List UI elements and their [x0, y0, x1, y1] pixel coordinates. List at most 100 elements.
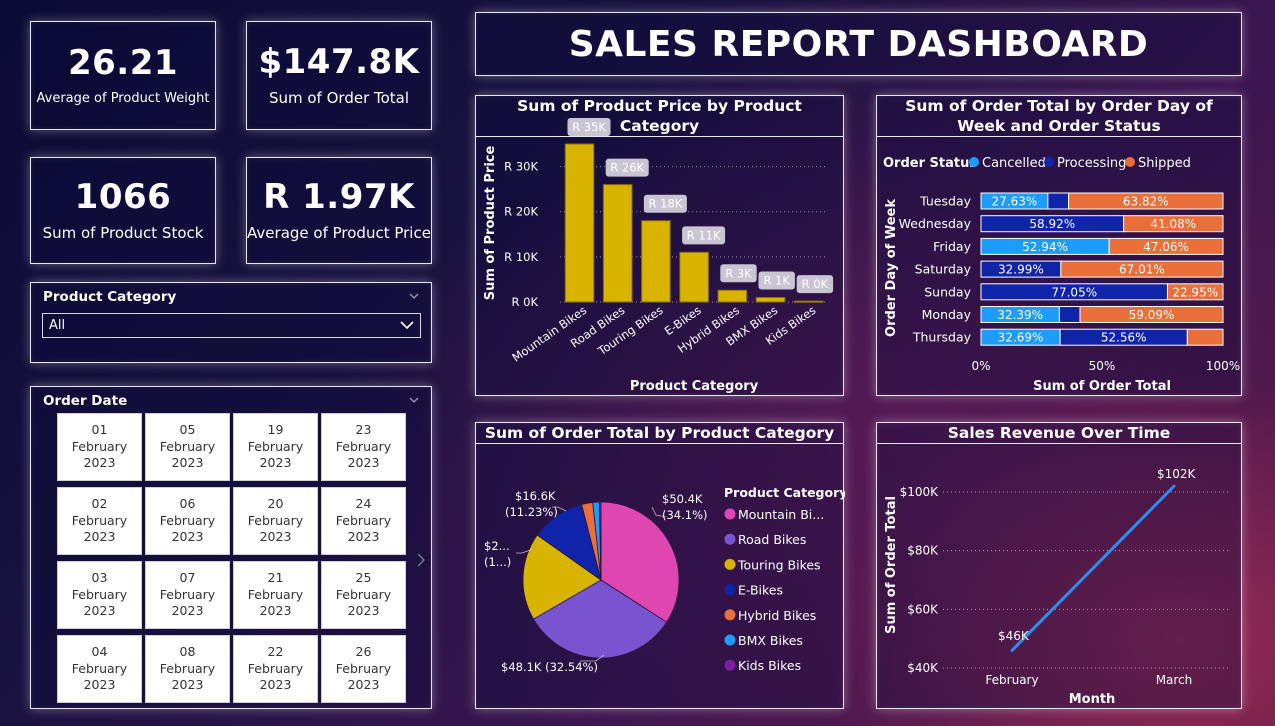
- date-tile-year: 2023: [83, 455, 116, 471]
- y-tick-label: $100K: [900, 485, 940, 499]
- kpi-label: Average of Product Price: [247, 224, 431, 243]
- data-label: R 35K: [572, 120, 606, 134]
- date-tile[interactable]: 01 February 2023: [57, 413, 142, 481]
- segment-label: 27.63%: [992, 195, 1038, 209]
- date-tile-day: 06: [179, 496, 196, 512]
- slice-label: $48.1K (32.54%): [501, 660, 598, 674]
- date-tile[interactable]: 05 February 2023: [145, 413, 230, 481]
- slice-label: $2...: [484, 539, 510, 553]
- legend-label: Cancelled: [982, 156, 1046, 171]
- date-tile-month: February: [247, 512, 304, 528]
- stacked-segment: [1186, 328, 1224, 346]
- legend-title: Product Category: [724, 485, 845, 500]
- kpi-card-avg-price: R 1.97K Average of Product Price: [246, 157, 432, 264]
- date-tile-month: February: [335, 660, 392, 676]
- date-tile-year: 2023: [171, 603, 204, 619]
- date-tile-day: 05: [179, 422, 196, 438]
- bar-chart-svg: R 0KR 10KR 20KR 30KR 35KMountain BikesR …: [483, 118, 834, 394]
- date-tile-day: 04: [91, 644, 108, 660]
- segment-label: 22.95%: [1172, 285, 1218, 299]
- segment-label: 52.94%: [1022, 240, 1068, 254]
- date-tile[interactable]: 07 February 2023: [145, 561, 230, 629]
- date-tile-month: February: [335, 586, 392, 602]
- date-tile[interactable]: 04 February 2023: [57, 635, 142, 703]
- y-tick-label: $60K: [907, 602, 939, 616]
- legend-marker: [1125, 157, 1135, 167]
- date-tile[interactable]: 26 February 2023: [321, 635, 406, 703]
- category-label: Sunday: [924, 284, 971, 299]
- legend-label: Kids Bikes: [738, 658, 801, 673]
- date-tile-year: 2023: [347, 455, 380, 471]
- collapse-chevron-icon[interactable]: [409, 291, 419, 301]
- date-tile-month: February: [247, 660, 304, 676]
- data-label: $102K: [1157, 467, 1197, 481]
- y-tick-label: R 10K: [504, 250, 538, 264]
- legend-label: Processing: [1057, 156, 1126, 171]
- x-tick-label: February: [985, 673, 1038, 687]
- legend-marker: [724, 634, 736, 646]
- segment-label: 32.39%: [997, 308, 1043, 322]
- legend-label: BMX Bikes: [738, 633, 803, 648]
- x-axis-title: Product Category: [630, 379, 759, 394]
- y-tick-label: $40K: [907, 661, 939, 675]
- date-tile[interactable]: 25 February 2023: [321, 561, 406, 629]
- y-tick-label: $80K: [907, 544, 939, 558]
- legend-marker: [724, 558, 736, 570]
- product-price-bar-chart: Sum of Product Price by Product Category…: [475, 95, 844, 396]
- date-tile-day: 19: [267, 422, 284, 438]
- date-tile[interactable]: 02 February 2023: [57, 487, 142, 555]
- category-label: Tuesday: [919, 194, 971, 209]
- y-axis-title: Order Day of Week: [884, 199, 899, 337]
- collapse-chevron-icon[interactable]: [409, 395, 419, 405]
- page-title: SALES REPORT DASHBOARD: [568, 23, 1149, 65]
- date-tile[interactable]: 06 February 2023: [145, 487, 230, 555]
- segment-label: 59.09%: [1129, 308, 1175, 322]
- data-label: R 26K: [610, 161, 644, 175]
- date-tile[interactable]: 20 February 2023: [233, 487, 318, 555]
- date-tile-year: 2023: [83, 677, 116, 693]
- line-series: [1010, 485, 1176, 652]
- date-tile-year: 2023: [259, 603, 292, 619]
- data-label: R 3K: [725, 266, 752, 280]
- date-tile-day: 01: [91, 422, 108, 438]
- date-tile[interactable]: 22 February 2023: [233, 635, 318, 703]
- order-status-stacked-chart: Sum of Order Total by Order Day of Week …: [876, 95, 1242, 396]
- date-tile-day: 03: [91, 570, 108, 586]
- legend-marker: [724, 659, 736, 671]
- kpi-value: R 1.97K: [263, 176, 415, 217]
- date-tile-month: February: [159, 586, 216, 602]
- date-tile-month: February: [71, 586, 128, 602]
- date-tile[interactable]: 03 February 2023: [57, 561, 142, 629]
- line-point: [1010, 648, 1014, 652]
- date-tile-month: February: [159, 512, 216, 528]
- date-tile-year: 2023: [259, 455, 292, 471]
- date-tile-month: February: [159, 660, 216, 676]
- legend-label: E-Bikes: [738, 583, 783, 598]
- date-tile[interactable]: 23 February 2023: [321, 413, 406, 481]
- legend-marker: [1044, 157, 1054, 167]
- data-label: R 18K: [648, 197, 682, 211]
- date-tile-month: February: [335, 512, 392, 528]
- y-axis-title: Sum of Order Total: [884, 496, 899, 634]
- bar: [641, 220, 671, 303]
- date-tile-day: 02: [91, 496, 108, 512]
- slicer-title: Order Date: [43, 393, 128, 409]
- category-label: Wednesday: [899, 216, 972, 231]
- kpi-card-order-total: $147.8K Sum of Order Total: [246, 21, 432, 130]
- product-category-dropdown[interactable]: All: [42, 313, 421, 338]
- x-axis-title: Sum of Order Total: [1033, 379, 1171, 394]
- kpi-label: Sum of Order Total: [268, 89, 410, 108]
- date-tile-month: February: [159, 438, 216, 454]
- segment-label: 58.92%: [1029, 217, 1075, 231]
- date-tile[interactable]: 24 February 2023: [321, 487, 406, 555]
- slice-label: (34.1%): [662, 508, 708, 522]
- bar: [602, 184, 633, 303]
- date-tile[interactable]: 21 February 2023: [233, 561, 318, 629]
- date-tile-day: 23: [355, 422, 372, 438]
- chevron-right-icon[interactable]: [417, 553, 425, 567]
- segment-label: 47.06%: [1143, 240, 1189, 254]
- slice-label: $16.6K: [515, 489, 556, 503]
- date-tile[interactable]: 19 February 2023: [233, 413, 318, 481]
- data-label: R 11K: [687, 228, 721, 242]
- date-tile[interactable]: 08 February 2023: [145, 635, 230, 703]
